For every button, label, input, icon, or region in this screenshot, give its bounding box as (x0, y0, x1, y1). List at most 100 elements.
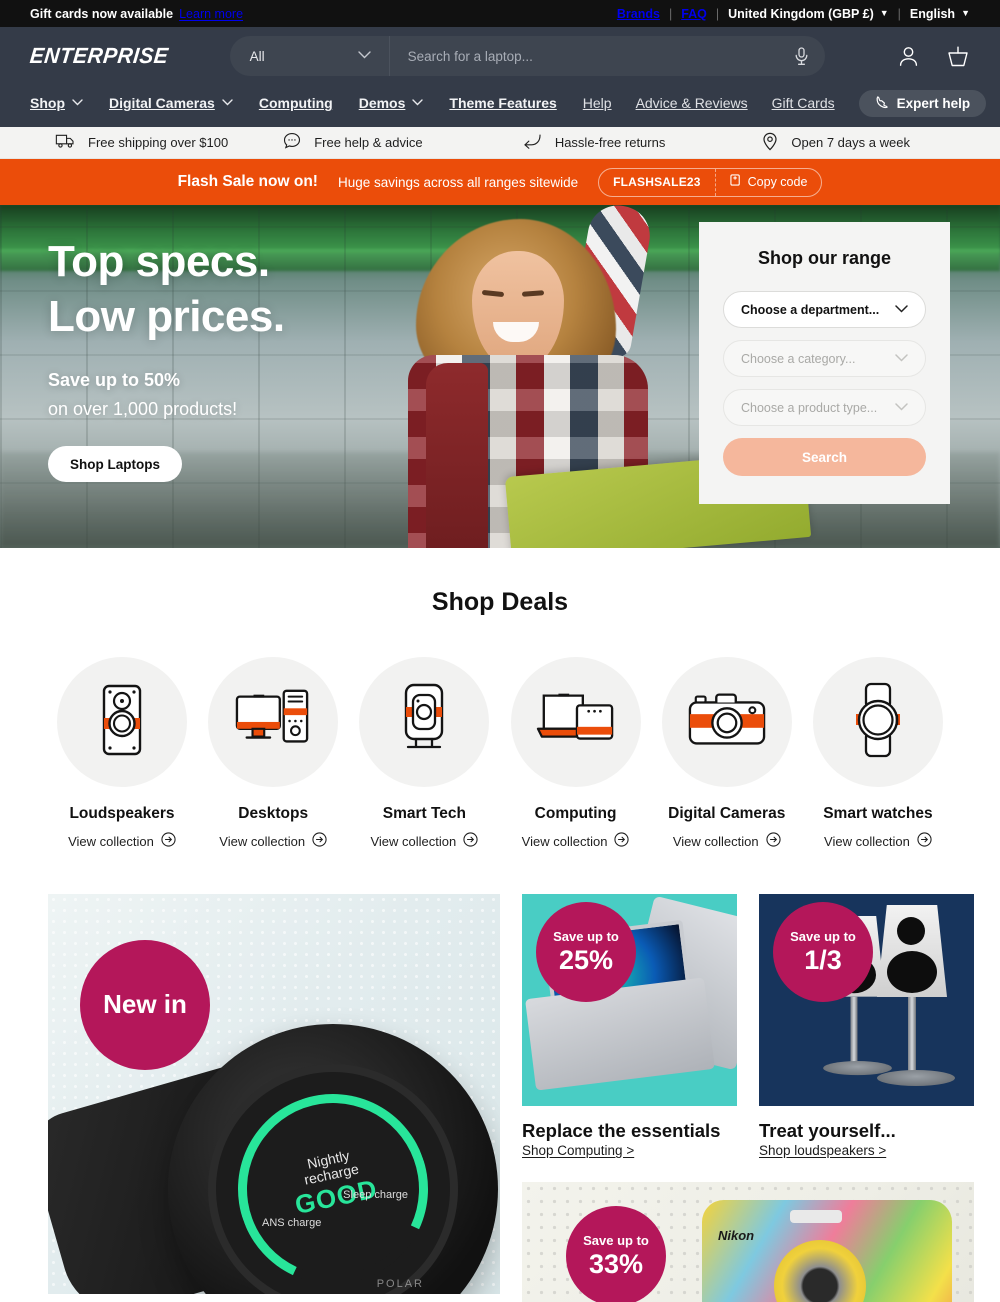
site-logo[interactable]: ENTERPRISE (29, 43, 170, 69)
category-select[interactable]: Choose a category... (723, 340, 926, 377)
service-bar: Free shipping over $100 Free help & advi… (0, 127, 1000, 159)
announcement-text-group: Gift cards now available Learn more (30, 7, 243, 21)
smartwatch-icon (850, 682, 906, 763)
chat-bubble-icon (283, 132, 301, 153)
brands-link[interactable]: Brands (617, 7, 660, 21)
arrow-right-circle-icon (463, 832, 478, 850)
divider: | (715, 6, 720, 21)
search-scope-value: All (249, 48, 265, 64)
view-collection-label: View collection (521, 833, 608, 849)
nav-item-demos[interactable]: Demos (359, 95, 424, 111)
promo-link[interactable]: Shop Computing > (522, 1143, 634, 1158)
view-collection-label: View collection (370, 833, 457, 849)
microphone-icon[interactable] (794, 46, 809, 66)
nav-item-computing[interactable]: Computing (259, 95, 333, 111)
shop-deals-grid: Loudspeakers View collection Desktops Vi… (0, 617, 1000, 850)
category-value: Choose a category... (741, 351, 856, 366)
service-item-help: Free help & advice (283, 132, 523, 153)
desktop-computer-icon (235, 686, 311, 759)
divider: | (668, 6, 673, 21)
promo-card-cameras[interactable]: Nikon Save up to 33% (522, 1182, 974, 1302)
service-item-opening-hours: Open 7 days a week (762, 132, 945, 154)
user-account-icon[interactable] (897, 45, 920, 68)
flash-sale-banner: Flash Sale now on! Huge savings across a… (0, 159, 1000, 205)
category-name: Desktops (238, 805, 309, 822)
chevron-down-icon (412, 98, 424, 109)
range-search-button[interactable]: Search (723, 438, 926, 476)
product-type-select[interactable]: Choose a product type... (723, 389, 926, 426)
view-collection-link[interactable]: View collection (199, 832, 347, 850)
hero-section: acer Top specs. Low prices. Save up to 5… (0, 205, 1000, 548)
product-type-value: Choose a product type... (741, 400, 878, 415)
shopping-basket-icon[interactable] (946, 45, 970, 68)
header-top-row: ENTERPRISE All Search for a laptop... (29, 27, 970, 85)
category-icon-wrapper (510, 657, 641, 787)
department-select[interactable]: Choose a department... (723, 291, 926, 328)
badge-small-text: Save up to (790, 929, 856, 944)
search-input[interactable]: Search for a laptop... (390, 46, 825, 66)
deal-category-smart-watches[interactable]: Smart watches View collection (804, 657, 952, 850)
nav-item-digital-cameras[interactable]: Digital Cameras (109, 95, 233, 111)
view-collection-link[interactable]: View collection (350, 832, 498, 850)
search-scope-select[interactable]: All (230, 36, 390, 76)
new-in-badge-label: New in (103, 989, 187, 1020)
laptop-tablet-icon (536, 689, 616, 756)
announcement-learn-more-link[interactable]: Learn more (179, 7, 243, 21)
category-icon-wrapper (812, 657, 943, 787)
deal-category-loudspeakers[interactable]: Loudspeakers View collection (48, 657, 196, 850)
category-icon-wrapper (208, 657, 339, 787)
copy-code-button[interactable]: Copy code (716, 174, 822, 190)
locale-selector[interactable]: United Kingdom (GBP £) ▼ (728, 7, 889, 21)
expert-help-button[interactable]: Expert help (858, 89, 987, 117)
return-arrow-icon (523, 133, 542, 152)
chevron-down-icon: ▼ (879, 7, 889, 18)
promo-card-computing[interactable]: Save up to 25% Replace the essentials Sh… (522, 894, 737, 1160)
divider: | (897, 6, 901, 21)
deal-category-digital-cameras[interactable]: Digital Cameras View collection (653, 657, 801, 850)
deal-category-desktops[interactable]: Desktops View collection (199, 657, 347, 850)
watch-label-sleep: Sleep charge (343, 1189, 408, 1201)
shop-laptops-button[interactable]: Shop Laptops (48, 446, 182, 483)
service-item-shipping: Free shipping over $100 (55, 133, 283, 152)
promo-code-pill[interactable]: FLASHSALE23 Copy code (598, 167, 823, 197)
faq-link[interactable]: FAQ (681, 7, 707, 21)
badge-big-text: 1/3 (804, 944, 842, 975)
chevron-down-icon: ▼ (961, 7, 970, 18)
delivery-truck-icon (55, 133, 75, 152)
badge-big-text: 33% (588, 1248, 644, 1279)
chevron-down-icon (357, 50, 371, 62)
category-icon-wrapper (359, 657, 490, 787)
nav-item-help[interactable]: Help (583, 95, 612, 111)
search-bar[interactable]: All Search for a laptop... (229, 36, 825, 76)
deal-category-smart-tech[interactable]: Smart Tech View collection (350, 657, 498, 850)
nav-item-advice-reviews[interactable]: Advice & Reviews (636, 95, 748, 111)
view-collection-link[interactable]: View collection (502, 832, 650, 850)
view-collection-link[interactable]: View collection (48, 832, 196, 850)
arrow-right-circle-icon (917, 832, 932, 850)
view-collection-link[interactable]: View collection (804, 832, 952, 850)
flash-sale-title: Flash Sale now on! (177, 173, 318, 190)
nav-item-gift-cards[interactable]: Gift Cards (772, 95, 835, 111)
location-pin-icon (762, 132, 778, 154)
language-selector[interactable]: English ▼ (910, 7, 970, 21)
deal-category-computing[interactable]: Computing View collection (502, 657, 650, 850)
promo-card-loudspeakers[interactable]: Save up to 1/3 Treat yourself... Shop lo… (759, 894, 974, 1160)
nav-label: Shop (30, 95, 65, 111)
promo-heading: Replace the essentials (522, 1120, 721, 1141)
view-collection-link[interactable]: View collection (653, 832, 801, 850)
phone-icon (875, 95, 889, 112)
badge-small-text: Save up to (553, 929, 619, 944)
arrow-right-circle-icon (614, 832, 630, 850)
camera-icon (687, 690, 767, 755)
promo-card-new-in[interactable]: Nightly recharge GOOD ANS charge Sleep c… (48, 894, 500, 1294)
nav-item-theme-features[interactable]: Theme Features (449, 95, 556, 111)
chevron-down-icon (895, 402, 908, 414)
loudspeakers-promo-image: Save up to 1/3 (759, 894, 974, 1106)
announcement-bar: Gift cards now available Learn more Bran… (0, 0, 1000, 27)
promo-link[interactable]: Shop loudspeakers > (759, 1143, 886, 1158)
nav-item-shop[interactable]: Shop (30, 95, 83, 111)
promo-right-column: Save up to 25% Replace the essentials Sh… (522, 894, 974, 1302)
view-collection-label: View collection (672, 833, 759, 849)
category-icon-wrapper (57, 657, 187, 787)
header-icon-group (897, 45, 970, 68)
